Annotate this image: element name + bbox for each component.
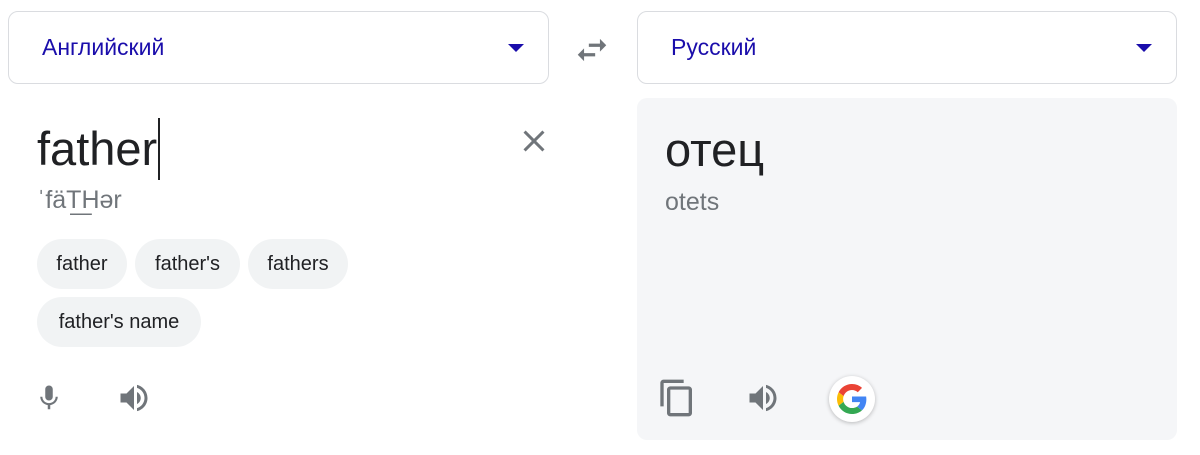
- text-caret: [158, 118, 161, 180]
- speaker-icon[interactable]: [745, 380, 781, 416]
- source-text: father: [37, 122, 158, 175]
- chevron-down-icon: [508, 43, 524, 52]
- chevron-down-icon: [1136, 43, 1152, 52]
- suggestion-chip[interactable]: father's: [135, 239, 240, 289]
- google-logo-icon: [837, 384, 867, 414]
- target-pane: отец otets: [637, 98, 1177, 440]
- target-language-label: Русский: [671, 34, 757, 60]
- speaker-icon[interactable]: [116, 380, 152, 416]
- source-input[interactable]: father: [37, 118, 161, 180]
- suggestion-chip[interactable]: father's name: [37, 297, 201, 347]
- close-icon[interactable]: [516, 123, 552, 159]
- microphone-icon[interactable]: [34, 380, 64, 416]
- target-language-select[interactable]: Русский: [637, 11, 1177, 84]
- copy-icon[interactable]: [657, 378, 697, 418]
- transliteration: otets: [665, 188, 720, 216]
- google-search-button[interactable]: [829, 376, 875, 422]
- pronunciation: ˈfäT͟Hər: [37, 186, 122, 214]
- swap-arrows-icon[interactable]: [573, 31, 611, 69]
- translation-text: отец: [665, 123, 765, 176]
- source-language-label: Английский: [42, 34, 165, 60]
- source-language-select[interactable]: Английский: [8, 11, 549, 84]
- source-pane: father ˈfäT͟Hər father father's fathers …: [8, 98, 549, 442]
- suggestion-chip[interactable]: father: [37, 239, 127, 289]
- suggestion-chip[interactable]: fathers: [248, 239, 348, 289]
